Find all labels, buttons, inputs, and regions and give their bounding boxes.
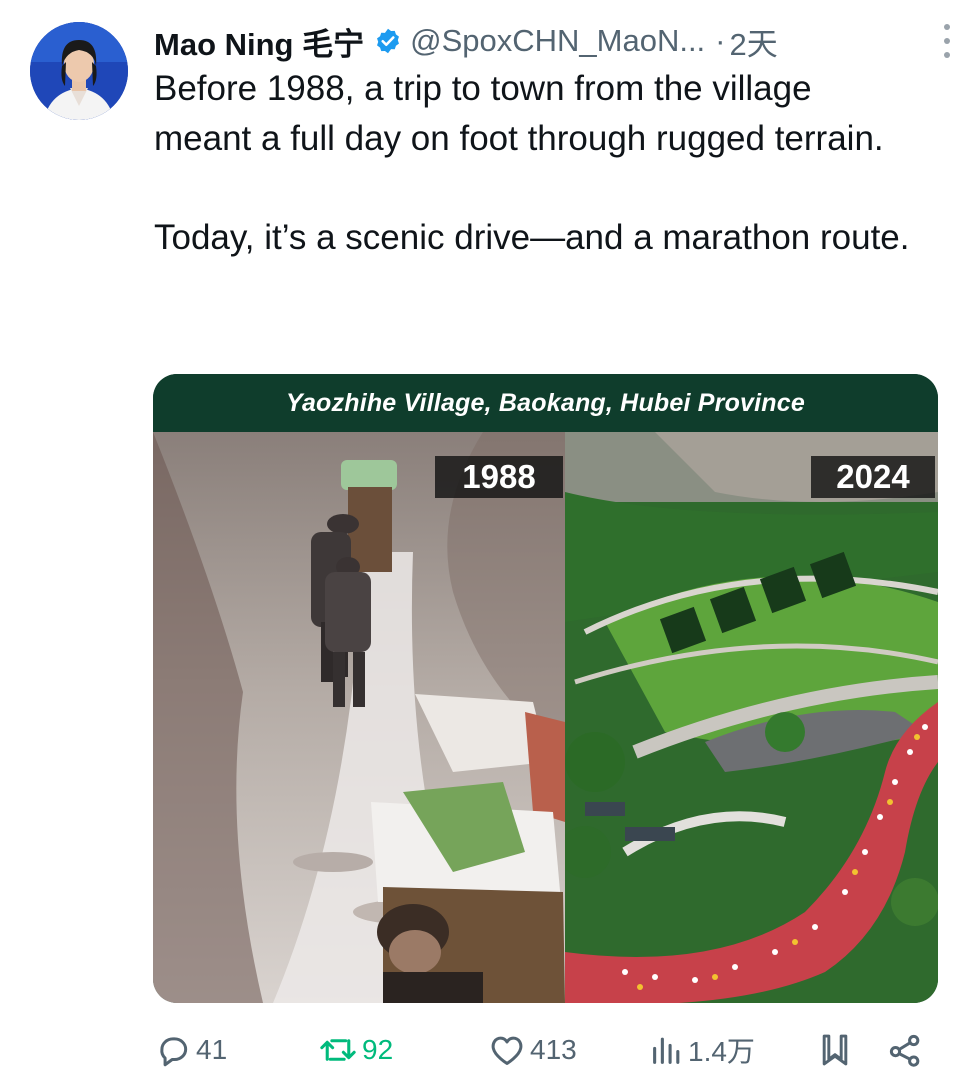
verified-badge-icon bbox=[374, 27, 402, 55]
reply-count: 41 bbox=[196, 1034, 228, 1065]
reply-icon bbox=[154, 1031, 196, 1069]
author-name[interactable]: Mao Ning 毛宁 bbox=[154, 19, 364, 64]
tweet-header: Mao Ning 毛宁 @SpoxCHN_MaoN... · 2天 bbox=[154, 18, 928, 64]
retweet-icon bbox=[318, 1031, 362, 1069]
retweet-count: 92 bbox=[362, 1034, 394, 1065]
heart-icon bbox=[488, 1031, 530, 1069]
more-options-icon[interactable] bbox=[932, 24, 962, 58]
tweet-card: Mao Ning 毛宁 @SpoxCHN_MaoN... · 2天 Before… bbox=[0, 0, 968, 1080]
reply-button[interactable]: 41 bbox=[154, 1028, 227, 1072]
bookmark-icon bbox=[818, 1031, 856, 1069]
year-label-2024: 2024 bbox=[811, 456, 935, 498]
photo-2024 bbox=[565, 432, 938, 1003]
views-button[interactable]: 1.4万 bbox=[650, 1028, 755, 1072]
share-button[interactable] bbox=[886, 1028, 928, 1072]
post-time[interactable]: 2天 bbox=[730, 19, 778, 64]
separator-dot: · bbox=[715, 23, 726, 58]
tweet-paragraph: Before 1988, a trip to town from the vil… bbox=[154, 69, 884, 158]
author-handle[interactable]: @SpoxCHN_MaoN... bbox=[410, 23, 705, 59]
views-chart-icon bbox=[650, 1031, 688, 1069]
share-icon bbox=[886, 1031, 928, 1069]
media-banner-title: Yaozhihe Village, Baokang, Hubei Provinc… bbox=[153, 374, 938, 432]
view-count: 1.4万 bbox=[688, 1036, 755, 1067]
tweet-actions: 41 92 413 1.4万 bbox=[154, 1028, 924, 1072]
tweet-paragraph: Today, it’s a scenic drive—and a maratho… bbox=[154, 217, 910, 257]
avatar[interactable] bbox=[30, 22, 128, 120]
retweet-button[interactable]: 92 bbox=[318, 1028, 393, 1072]
like-count: 413 bbox=[530, 1034, 577, 1065]
like-button[interactable]: 413 bbox=[488, 1028, 577, 1072]
tweet-media-image[interactable]: Yaozhihe Village, Baokang, Hubei Provinc… bbox=[153, 374, 938, 1003]
tweet-text: Before 1988, a trip to town from the vil… bbox=[154, 64, 914, 262]
year-label-1988: 1988 bbox=[435, 456, 563, 498]
bookmark-button[interactable] bbox=[818, 1028, 856, 1072]
photo-1988 bbox=[153, 432, 565, 1003]
